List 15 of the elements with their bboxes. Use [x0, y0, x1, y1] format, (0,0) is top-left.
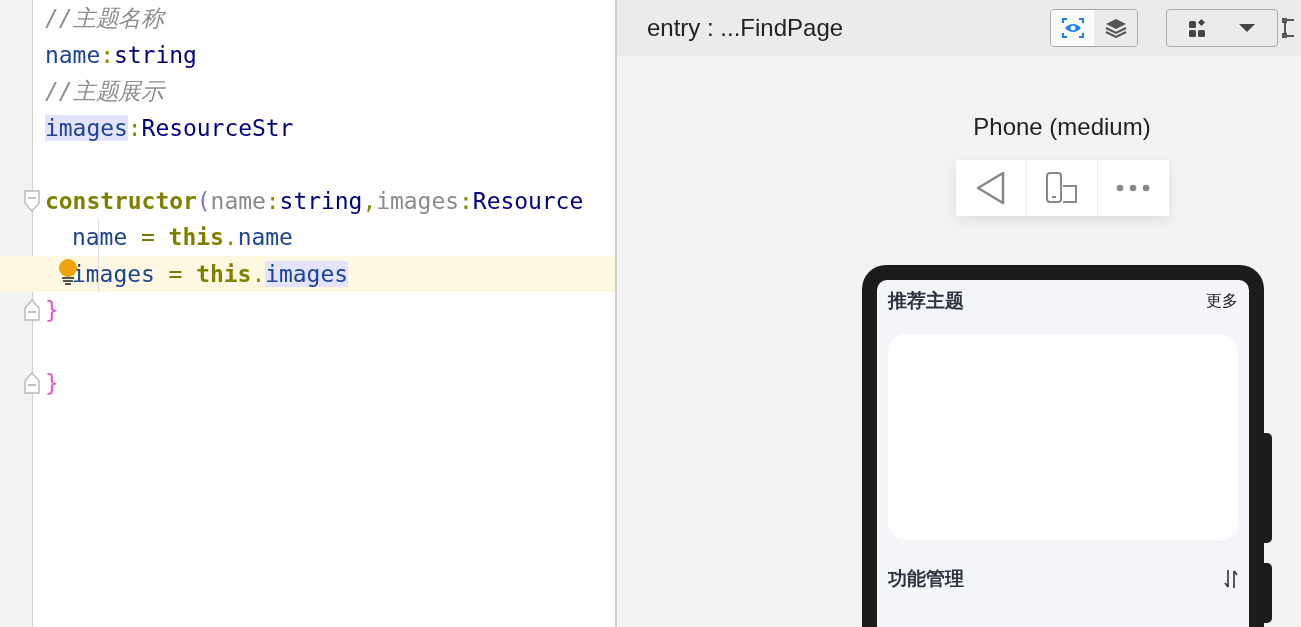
code-line: //主题展示 [45, 77, 165, 104]
code-line: images:ResourceStr [45, 114, 294, 141]
page-title: entry : ...FindPage [647, 14, 845, 42]
code-line: } [45, 370, 59, 397]
more-link[interactable]: 更多 [1205, 290, 1238, 312]
code-line: } [45, 297, 59, 324]
code-line: name = this.name [72, 224, 293, 251]
code-line: name:string [45, 41, 197, 68]
code-line: images = this.images [72, 260, 348, 287]
code-editor[interactable]: //主题名称 name:string //主题展示 images:ResourceStr constructor(name:string,images:Resource name = this.name images = this.images } } [0, 0, 617, 627]
section-title: 推荐主题 [887, 289, 964, 313]
code-line: constructor(name:string,images:Resource [45, 187, 584, 214]
code-line: //主题名称 [45, 4, 165, 31]
device-label: Phone (medium) [973, 113, 1151, 141]
section-title: 功能管理 [887, 567, 964, 591]
